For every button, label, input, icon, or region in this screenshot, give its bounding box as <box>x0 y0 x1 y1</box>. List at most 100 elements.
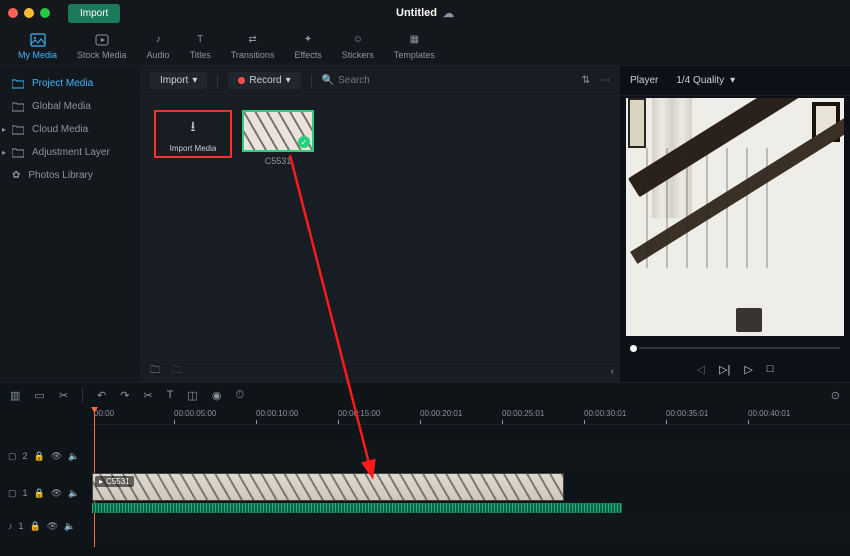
close-window-icon[interactable] <box>8 8 18 18</box>
sidebar-item-global-media[interactable]: Global Media <box>0 95 140 118</box>
timeline-ruler[interactable]: 00:00 00:00:05:00 00:00:10:00 00:00:15:0… <box>90 407 850 425</box>
clip-thumbnail[interactable]: ✓ <box>242 110 314 152</box>
ruler-tick: 00:00:35:01 <box>666 409 708 418</box>
track-header: ▢ 1 🔒 👁 🔈 <box>0 488 90 499</box>
quality-dropdown[interactable]: 1/4 Quality▾ <box>676 75 735 86</box>
track-number: 1 <box>23 488 28 498</box>
tab-stickers[interactable]: ☺ Stickers <box>332 32 384 60</box>
sidebar-item-project-media[interactable]: Project Media <box>0 72 140 95</box>
templates-icon: ▦ <box>406 32 422 48</box>
lock-icon[interactable]: 🔒 <box>34 488 45 499</box>
record-dropdown-label: Record <box>249 75 281 86</box>
track-lane[interactable] <box>90 515 850 537</box>
import-card-label: Import Media <box>170 144 217 153</box>
tab-stock-media[interactable]: Stock Media <box>67 32 137 60</box>
track-lane[interactable]: ▸C5531 <box>90 471 850 515</box>
search-input[interactable] <box>338 75 572 86</box>
ruler-tick: 00:00:40:01 <box>748 409 790 418</box>
speed-icon[interactable]: ⏱ <box>235 389 244 402</box>
delete-icon[interactable]: ✂ <box>143 389 152 402</box>
undo-icon[interactable]: ↶ <box>97 389 106 402</box>
ruler-tick: 00:00:15:00 <box>338 409 380 418</box>
tab-label: Audio <box>147 50 170 60</box>
new-bin-icon[interactable]: 🗀 <box>172 363 182 380</box>
filter-icon[interactable]: ⇅ <box>582 75 590 86</box>
preview-viewport[interactable] <box>626 98 844 336</box>
lock-icon[interactable]: 🔒 <box>34 451 45 462</box>
next-frame-button[interactable]: ▷| <box>719 363 730 376</box>
arrange-icon[interactable]: ▥ <box>10 389 20 402</box>
tab-transitions[interactable]: ⇄ Transitions <box>221 32 285 60</box>
more-menu-icon[interactable]: ⋯ <box>600 75 610 86</box>
ruler-tick: 00:00:05:00 <box>174 409 216 418</box>
preview-panel: Player 1/4 Quality▾ ◁ ▷| ▷ □ <box>620 66 850 382</box>
solo-icon[interactable]: 🔈 <box>68 451 79 462</box>
import-icon: ⭳ <box>191 116 196 140</box>
sidebar-item-adjustment-layer[interactable]: ▸ Adjustment Layer <box>0 141 140 164</box>
timeline-tracks: 00:00 00:00:05:00 00:00:10:00 00:00:15:0… <box>0 407 850 556</box>
media-footer: 🗀 🗀 ‹ <box>140 360 620 382</box>
playback-controls: ◁ ▷| ▷ □ <box>620 356 850 382</box>
marker-icon[interactable]: ◉ <box>212 389 222 402</box>
collapse-panel-icon[interactable]: ‹ <box>611 366 614 377</box>
tab-label: Stock Media <box>77 50 127 60</box>
tab-effects[interactable]: ✦ Effects <box>284 32 331 60</box>
audio-track-1: ♪ 1 🔒 👁 🔈 <box>0 515 850 537</box>
playhead-dot-icon[interactable] <box>630 345 637 352</box>
zoom-fit-icon[interactable]: ⊙ <box>831 389 840 402</box>
timeline-audio-waveform[interactable] <box>92 503 622 513</box>
main-row: Project Media Global Media ▸ Cloud Media… <box>0 66 850 382</box>
import-dropdown-button[interactable]: Import▾ <box>150 72 207 89</box>
timeline-clip[interactable]: ▸C5531 <box>92 473 564 501</box>
cloud-sync-icon[interactable]: ☁ <box>443 7 454 20</box>
import-media-card[interactable]: ⭳ Import Media <box>154 110 232 158</box>
ruler-tick: 00:00:30:01 <box>584 409 626 418</box>
minimize-window-icon[interactable] <box>24 8 34 18</box>
sidebar-item-label: Global Media <box>32 101 91 112</box>
tab-audio[interactable]: ♪ Audio <box>137 32 180 60</box>
mute-icon[interactable]: 👁 <box>47 521 58 532</box>
tab-templates[interactable]: ▦ Templates <box>384 32 445 60</box>
track-lane[interactable] <box>90 441 850 471</box>
tab-label: Stickers <box>342 50 374 60</box>
photos-icon: ✿ <box>12 170 20 181</box>
sidebar-item-cloud-media[interactable]: ▸ Cloud Media <box>0 118 140 141</box>
tab-label: My Media <box>18 50 57 60</box>
prev-frame-button[interactable]: ◁ <box>697 363 705 376</box>
video-track-1: ▢ 1 🔒 👁 🔈 ▸C5531 <box>0 471 850 515</box>
preview-progress[interactable] <box>620 340 850 356</box>
blade-tool-icon[interactable]: ✂ <box>59 389 68 402</box>
search-box[interactable]: 🔍 <box>322 75 572 86</box>
play-button[interactable]: ▷ <box>744 363 752 376</box>
preview-toolbar: Player 1/4 Quality▾ <box>620 66 850 96</box>
player-label: Player <box>630 75 658 86</box>
track-header: ▢ 2 🔒 👁 🔈 <box>0 451 90 462</box>
mute-icon[interactable]: 👁 <box>51 451 62 462</box>
media-browser: Import▾ Record▾ 🔍 ⇅ ⋯ ⭳ Import Media ✓ <box>140 66 620 382</box>
chevron-right-icon: ▸ <box>2 125 6 134</box>
mute-icon[interactable]: 👁 <box>51 488 62 499</box>
media-toolbar: Import▾ Record▾ 🔍 ⇅ ⋯ <box>140 66 620 96</box>
audio-icon: ♪ <box>150 32 166 48</box>
checkmark-icon: ✓ <box>298 136 310 148</box>
sidebar-item-label: Adjustment Layer <box>32 147 110 158</box>
media-clip-card[interactable]: ✓ C5531 <box>242 110 314 166</box>
sidebar-item-photos-library[interactable]: ✿ Photos Library <box>0 164 140 187</box>
record-dropdown-button[interactable]: Record▾ <box>228 72 300 89</box>
text-tool-icon[interactable]: T <box>167 389 174 401</box>
new-folder-icon[interactable]: 🗀 <box>150 363 160 380</box>
zoom-window-icon[interactable] <box>40 8 50 18</box>
stop-button[interactable]: □ <box>767 363 774 375</box>
tab-titles[interactable]: T Titles <box>180 32 221 60</box>
solo-icon[interactable]: 🔈 <box>68 488 79 499</box>
lock-icon[interactable]: 🔒 <box>30 521 41 532</box>
crop-icon[interactable]: ◫ <box>187 389 197 402</box>
tab-label: Effects <box>294 50 321 60</box>
solo-icon[interactable]: 🔈 <box>64 521 75 532</box>
import-top-button[interactable]: Import <box>68 4 120 23</box>
pointer-tool-icon[interactable]: ▭ <box>34 389 44 402</box>
tab-label: Templates <box>394 50 435 60</box>
redo-icon[interactable]: ↷ <box>120 389 129 402</box>
progress-track[interactable] <box>639 347 840 349</box>
tab-my-media[interactable]: My Media <box>8 32 67 60</box>
